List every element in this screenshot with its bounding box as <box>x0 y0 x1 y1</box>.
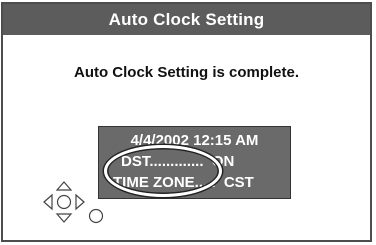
dst-timezone-highlight-oval <box>104 145 222 197</box>
down-arrow-icon <box>55 213 73 223</box>
right-arrow-icon <box>75 193 85 211</box>
completion-message: Auto Clock Setting is complete. <box>73 64 300 81</box>
up-arrow-icon <box>55 181 73 191</box>
center-select-icon <box>56 194 72 210</box>
remote-controls <box>43 181 104 224</box>
enter-button-icon <box>88 208 104 224</box>
directional-pad-icon <box>43 181 85 223</box>
date-time-value: 4/4/2002 12:15 AM <box>130 132 259 149</box>
left-arrow-icon <box>43 193 53 211</box>
dialog-title: Auto Clock Setting <box>3 4 370 35</box>
